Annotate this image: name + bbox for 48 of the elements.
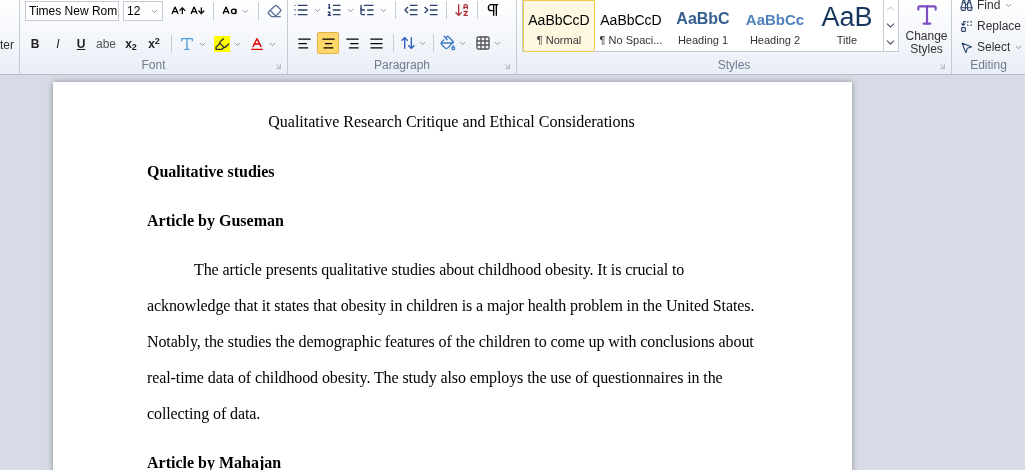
multilevel-list-icon[interactable] xyxy=(359,2,375,18)
style-item[interactable]: AaB Title xyxy=(811,0,883,52)
font-color-icon[interactable] xyxy=(249,36,266,52)
format-button[interactable]: I xyxy=(48,34,68,54)
clipboard-label[interactable]: ter xyxy=(0,36,19,54)
editing-button[interactable]: Select xyxy=(960,38,1025,56)
format-button[interactable]: U xyxy=(71,34,91,54)
text-effects-icon[interactable] xyxy=(179,36,196,52)
group-label: Editing xyxy=(970,58,1007,74)
pointer-icon xyxy=(960,40,973,54)
section-heading: Article by Guseman xyxy=(147,211,285,231)
borders-icon[interactable] xyxy=(475,35,491,51)
align-right-icon xyxy=(344,35,360,51)
highlighter-icon[interactable] xyxy=(214,36,231,52)
align-button[interactable] xyxy=(317,32,339,54)
font-size-field[interactable]: 12 xyxy=(123,1,164,21)
increase-indent-icon[interactable] xyxy=(423,2,439,18)
group-label: Font xyxy=(141,58,166,74)
sort-icon[interactable] xyxy=(454,2,470,18)
decrease-indent-icon[interactable] xyxy=(403,2,419,18)
editing-button[interactable]: Find xyxy=(960,0,1025,14)
format-button[interactable]: B xyxy=(25,34,45,54)
align-center-icon xyxy=(320,35,336,51)
group-label: Styles xyxy=(717,58,751,74)
style-item[interactable]: AaBbC Heading 1 xyxy=(667,0,739,52)
change-styles-button[interactable]: Change Styles xyxy=(902,0,951,56)
pilcrow-icon[interactable] xyxy=(485,2,501,18)
format-button[interactable]: abe xyxy=(94,34,119,54)
align-justify-icon xyxy=(368,35,384,51)
numbering-icon[interactable] xyxy=(326,2,342,18)
section-heading: Qualitative studies xyxy=(147,162,276,182)
body-paragraph: The article presents qualitative studies about childhood obesity. It is crucial to acknowledge that it states that obesity in children is a major health problem in the United States. Notably, the studies the demographic features of the children to come up with conclusions about real-time data of childhood obesity. The study also employs the use of questionnaires in the collecting of data. xyxy=(147,260,756,425)
style-item[interactable]: AaBbCcD ¶ Normal xyxy=(523,0,595,52)
editing-button[interactable]: Replace xyxy=(960,17,1025,35)
bullets-icon[interactable] xyxy=(293,2,309,18)
format-button[interactable]: x$_{2}$ xyxy=(121,34,142,54)
paint-bucket-icon[interactable] xyxy=(440,35,456,51)
style-item[interactable]: AaBbCcD ¶ No Spaci... xyxy=(595,0,667,52)
replace-icon xyxy=(960,19,973,33)
group-label: Paragraph xyxy=(373,58,430,74)
document-title: Qualitative Research Critique and Ethical Considerations xyxy=(267,112,636,132)
align-left-icon xyxy=(296,35,312,51)
eraser-icon[interactable] xyxy=(266,3,282,19)
format-button[interactable]: x$^{2}$ xyxy=(144,34,165,54)
style-item[interactable]: AaBbCc Heading 2 xyxy=(739,0,811,52)
font-name-field[interactable]: Times New Rom xyxy=(25,1,119,21)
line-spacing-icon[interactable] xyxy=(400,35,416,51)
binoculars-icon xyxy=(960,0,973,12)
